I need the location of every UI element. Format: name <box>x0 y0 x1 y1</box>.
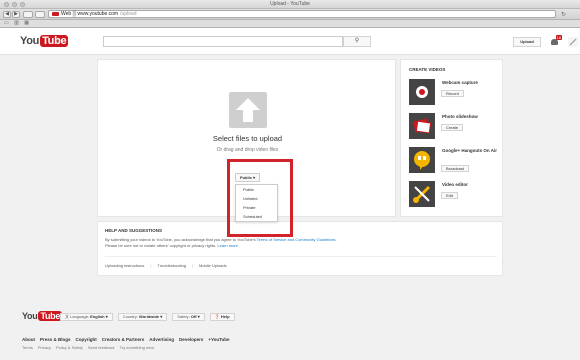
footer-link-feedback[interactable]: Send feedback <box>88 345 115 350</box>
tool-name: Webcam capture <box>442 80 478 85</box>
tool-name: Video editor <box>442 182 468 187</box>
help-text-line-2: Please be sure not to violate others' co… <box>105 243 217 248</box>
notifications-button[interactable]: 18 <box>550 35 562 47</box>
mobile-uploads-link[interactable]: Mobile Uploads <box>199 263 227 268</box>
back-icon: ◀ <box>5 11 9 17</box>
help-button[interactable]: ❓ Help <box>209 313 235 321</box>
footer-controls: 文 Language: English ▾ Country: Worldwide… <box>60 313 235 321</box>
safety-button[interactable]: Safety: Off ▾ <box>172 313 205 321</box>
footer-link-terms[interactable]: Terms <box>22 345 33 350</box>
window-title: Upload - YouTube <box>270 1 310 7</box>
logo-you-text: You <box>22 311 38 321</box>
search-button[interactable]: ⚲ <box>343 36 371 47</box>
help-panel: HELP AND SUGGESTIONS By submitting your … <box>97 221 503 276</box>
url-host: Web ▒ www.youtube.com <box>61 11 119 17</box>
slideshow-icon[interactable] <box>409 113 435 139</box>
language-icon: 文 <box>65 314 69 319</box>
uploading-instructions-link[interactable]: Uploading instructions <box>105 263 144 268</box>
help-icon: ❓ <box>214 314 220 319</box>
footer-link-creators[interactable]: Creators & Partners <box>102 337 145 342</box>
reload-icon[interactable]: ↻ <box>561 11 566 18</box>
upload-button[interactable]: Upload <box>513 37 541 47</box>
drag-drop-hint: Or drag and drop video files <box>216 147 279 153</box>
guide-menu-icon[interactable]: ≡ <box>56 39 60 45</box>
forward-button[interactable]: ▶ <box>12 11 20 18</box>
tool-name: Photo slideshow <box>442 114 478 119</box>
footer-link-developers[interactable]: Developers <box>179 337 203 342</box>
language-label: Language: <box>70 314 90 319</box>
window-titlebar: Upload - YouTube <box>0 0 580 9</box>
language-value: English ▾ <box>90 314 108 319</box>
footer-link-privacy[interactable]: Privacy <box>38 345 51 350</box>
terms-link[interactable]: Terms of Service and Community Guideline… <box>257 237 337 242</box>
footer-link-press[interactable]: Press & Blogs <box>40 337 71 342</box>
tool-webcam: Webcam capture Record <box>409 79 502 109</box>
select-files-title[interactable]: Select files to upload <box>98 134 397 143</box>
bookmarks-bar: ▭ ▥ ▦ <box>0 20 580 28</box>
troubleshooting-link[interactable]: Troubleshooting <box>157 263 186 268</box>
logo-tube-text: Tube <box>40 35 69 47</box>
share-button[interactable] <box>23 11 33 18</box>
youtube-logo[interactable]: You Tube <box>20 35 69 47</box>
highlight-box <box>227 159 293 237</box>
tool-hangouts: Google+ Hangouts On Air Broadcast <box>409 147 502 177</box>
upload-arrow-icon[interactable] <box>229 92 267 128</box>
help-text-line-1: By submitting your videos to YouTube, yo… <box>105 237 256 242</box>
country-value: Worldwide ▾ <box>139 314 163 319</box>
search-icon: ⚲ <box>354 38 360 44</box>
hangouts-icon[interactable] <box>409 147 435 173</box>
tool-name: Google+ Hangouts On Air <box>442 148 497 153</box>
youtube-favicon-icon <box>52 12 59 16</box>
avatar[interactable] <box>568 37 578 47</box>
webcam-icon[interactable] <box>409 79 435 105</box>
notification-count: 18 <box>555 35 562 40</box>
footer-link-about[interactable]: About <box>22 337 35 342</box>
create-videos-panel: CREATE VIDEOS Webcam capture Record Phot… <box>400 59 503 217</box>
footer-link-copyright[interactable]: Copyright <box>76 337 97 342</box>
edit-button[interactable]: Edit <box>441 192 458 199</box>
back-button[interactable]: ◀ <box>3 11 11 18</box>
reader-button[interactable] <box>35 11 45 18</box>
tool-slideshow: Photo slideshow Create <box>409 113 502 143</box>
footer-links: About Press & Blogs Copyright Creators &… <box>22 337 230 342</box>
footer-link-try-new[interactable]: Try something new! <box>120 345 155 350</box>
video-editor-icon[interactable] <box>409 181 435 207</box>
help-links: Uploading instructions | Troubleshooting… <box>105 263 227 268</box>
help-title: HELP AND SUGGESTIONS <box>105 228 163 233</box>
safety-label: Safety: <box>177 314 190 319</box>
address-bar[interactable]: Web ▒ www.youtube.com/upload <box>48 10 556 18</box>
footer-link-advertising[interactable]: Advertising <box>149 337 174 342</box>
divider: | <box>150 263 152 268</box>
footer-link-policy[interactable]: Policy & Safety <box>56 345 83 350</box>
logo-you-text: You <box>20 35 40 47</box>
footer-sublinks: Terms Privacy Policy & Safety Send feedb… <box>22 345 154 350</box>
tool-video-editor: Video editor Edit <box>409 181 502 211</box>
forward-icon: ▶ <box>14 11 18 17</box>
learn-more-link[interactable]: Learn more <box>217 243 237 248</box>
record-button[interactable]: Record <box>441 90 464 97</box>
help-text: By submitting your videos to YouTube, yo… <box>105 237 485 249</box>
search-input[interactable] <box>103 36 343 47</box>
country-label: Country: <box>122 314 138 319</box>
logo-tube-text: Tube <box>38 311 63 321</box>
footer-youtube-logo[interactable]: You Tube <box>22 311 63 321</box>
create-button[interactable]: Create <box>441 124 464 131</box>
language-button[interactable]: 文 Language: English ▾ <box>60 313 113 321</box>
bookmarks-icons[interactable]: ▭ ▥ ▦ <box>4 20 31 26</box>
divider <box>105 256 497 257</box>
help-label: Help <box>220 314 230 319</box>
url-path: /upload <box>120 11 137 17</box>
create-videos-title: CREATE VIDEOS <box>409 67 446 72</box>
footer-link-plus-youtube[interactable]: +YouTube <box>208 337 229 342</box>
youtube-header: You Tube ≡ ⚲ Upload 18 <box>0 28 580 55</box>
browser-toolbar: ◀ ▶ Web ▒ www.youtube.com/upload ↻ <box>0 9 580 20</box>
safety-value: Off ▾ <box>190 314 200 319</box>
country-button[interactable]: Country: Worldwide ▾ <box>117 313 168 321</box>
broadcast-button[interactable]: Broadcast <box>441 165 470 172</box>
divider: | <box>191 263 193 268</box>
